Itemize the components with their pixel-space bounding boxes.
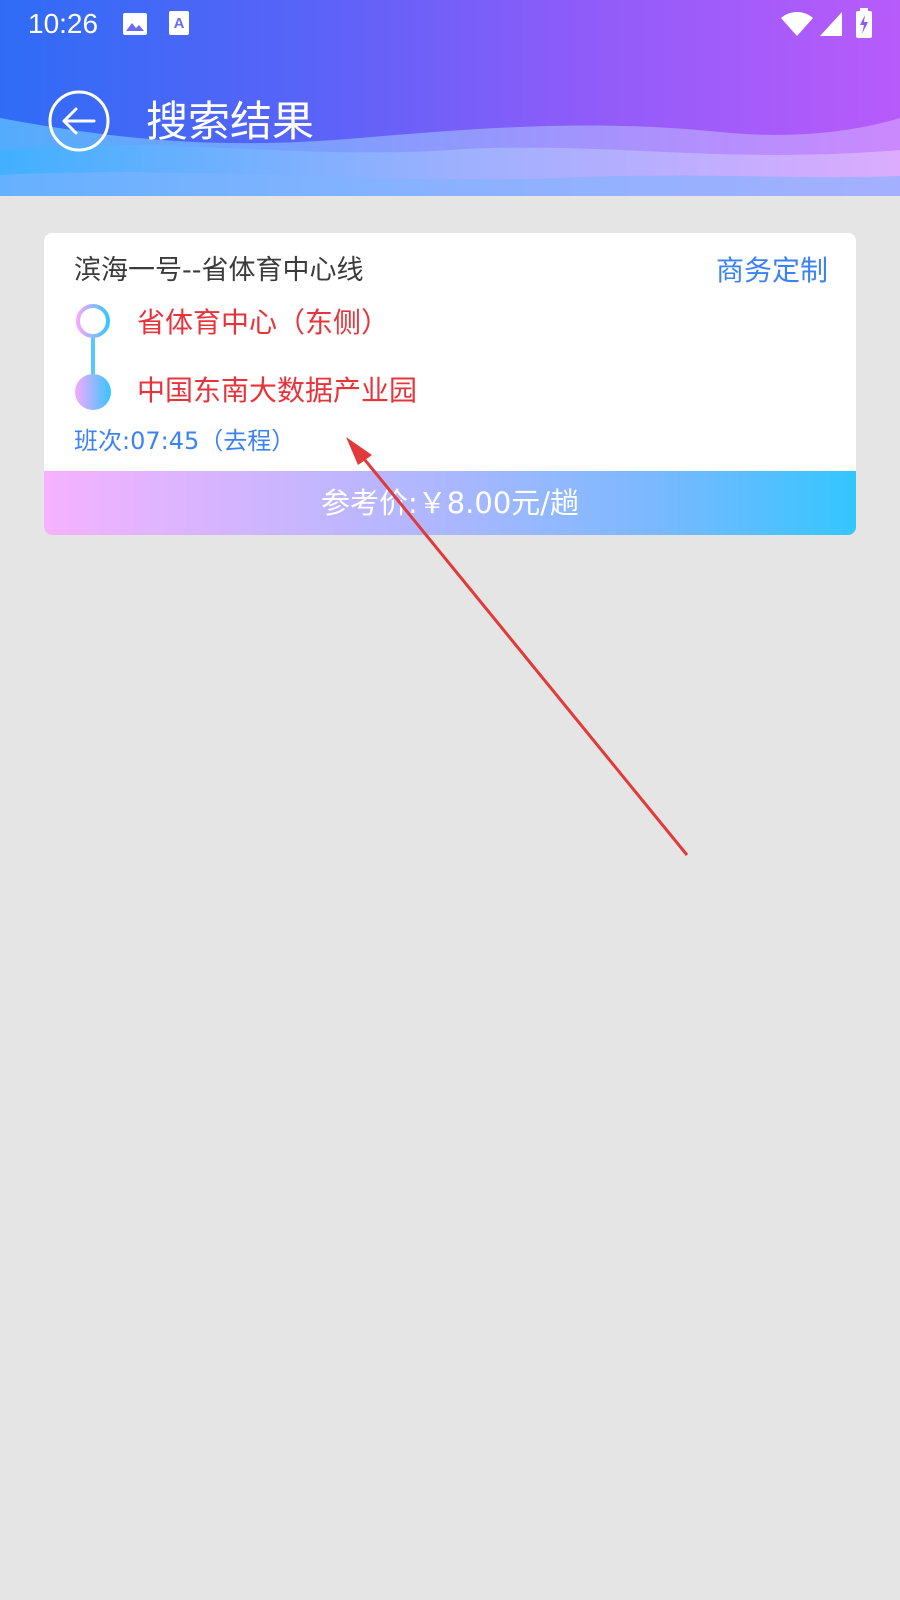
signal-icon [820,12,842,36]
back-arrow-icon [48,90,110,152]
app-header: 10:26 A 搜索结果 [0,0,900,196]
service-type-label: 商务定制 [715,254,828,287]
status-bar: 10:26 A [0,0,900,48]
start-stop-dot [76,304,110,338]
route-result-card[interactable]: 滨海一号--省体育中心线 商务定制 省体育中心（东侧） 中国东南大数据产业园 班… [44,233,856,535]
svg-text:A: A [174,15,185,32]
wifi-icon [781,12,813,36]
route-timeline [75,304,111,410]
status-time: 10:26 [28,8,99,39]
page-title: 搜索结果 [146,97,315,146]
image-icon [123,13,147,35]
price-label: 参考价:￥8.00元/趟 [320,486,580,520]
start-stop-name: 省体育中心（东侧） [137,306,390,339]
end-stop-name: 中国东南大数据产业园 [137,374,418,407]
end-stop-dot [75,374,111,410]
battery-charging-icon [856,8,872,38]
back-button[interactable] [48,90,110,152]
route-name: 滨海一号--省体育中心线 [74,255,364,286]
schedule-info: 班次:07:45（去程） [74,427,296,455]
font-icon: A [169,11,189,35]
price-bar: 参考价:￥8.00元/趟 [44,471,856,535]
